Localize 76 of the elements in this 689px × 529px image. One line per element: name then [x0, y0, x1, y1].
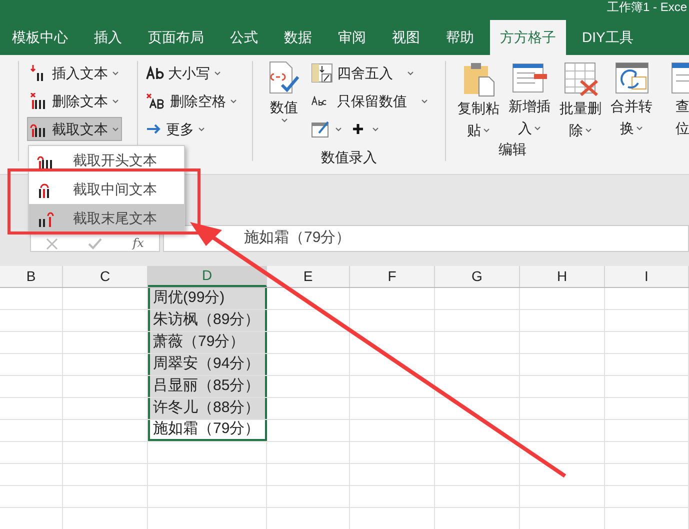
ribbon-tab[interactable]: 审阅: [328, 20, 376, 55]
window-title: 工作簿1 - Exce: [606, 0, 687, 14]
group-label: 编辑: [498, 140, 526, 159]
table-insert-icon: [512, 61, 548, 95]
caret-icon: [335, 126, 342, 132]
caret-icon: [585, 128, 592, 132]
ribbon-tab[interactable]: 帮助: [436, 20, 484, 55]
ribbon-tab[interactable]: 视图: [382, 20, 430, 55]
column-header[interactable]: E: [267, 266, 350, 287]
table-cell[interactable]: 周翠安（94分）: [148, 354, 267, 375]
ribbon-dropdown-button[interactable]: 四舍五入: [311, 61, 428, 85]
delete-space-icon: [146, 93, 166, 109]
delete-text-icon: [30, 93, 48, 109]
formula-field[interactable]: 施如霜（79分）: [163, 225, 689, 252]
column-header[interactable]: D: [148, 266, 267, 287]
ribbon-dropdown-button[interactable]: 更多: [144, 117, 207, 141]
table-swap-icon: [614, 61, 650, 95]
caret-icon: [198, 126, 205, 132]
document-check-icon: [268, 61, 300, 95]
letter-case-icon: [146, 66, 164, 80]
caret-icon: [483, 128, 490, 132]
plus-icon: [352, 123, 364, 135]
ribbon-dropdown-button[interactable]: 删除文本: [27, 89, 122, 113]
ribbon-tab[interactable]: 方方格子: [490, 20, 566, 55]
caret-icon: [372, 126, 379, 132]
ribbon-dropdown-button[interactable]: 截取文本: [27, 117, 122, 141]
text-bars-icon: [37, 210, 55, 226]
ribbon-dropdown-button[interactable]: 插入文本: [27, 61, 122, 85]
arrow-right-icon: [146, 123, 162, 135]
caret-icon: [112, 98, 119, 104]
edit-table-dropdown[interactable]: [311, 120, 342, 138]
add-dropdown[interactable]: [352, 123, 379, 135]
ribbon-large-button[interactable]: 查 位: [658, 61, 689, 141]
table-pencil-icon: [311, 120, 331, 138]
column-header[interactable]: H: [520, 266, 605, 287]
caret-icon: [421, 98, 428, 104]
caret-icon: [407, 70, 414, 76]
caret-icon: [112, 126, 119, 132]
column-header[interactable]: G: [435, 266, 520, 287]
ribbon-tab[interactable]: 数据: [274, 20, 322, 55]
table-cell[interactable]: 吕显丽（85分）: [148, 376, 267, 397]
ribbon-tab[interactable]: 公式: [220, 20, 268, 55]
group-label: 数值录入: [321, 148, 377, 167]
check-icon[interactable]: [88, 238, 102, 250]
table-cell[interactable]: 萧薇（79分）: [148, 332, 267, 353]
ribbon-dropdown-button[interactable]: 删除空格: [144, 89, 239, 113]
column-header[interactable]: B: [0, 266, 63, 287]
caret-icon: [112, 70, 119, 76]
ribbon-tab[interactable]: 模板中心: [2, 20, 78, 55]
ribbon-dropdown-button[interactable]: 大小写: [144, 61, 223, 85]
caret-icon: [230, 98, 237, 104]
table-cell[interactable]: 周优(99分): [148, 288, 267, 309]
ribbon-dropdown-button[interactable]: 只保留数值: [311, 89, 428, 113]
menu-item[interactable]: 截取开头文本: [29, 146, 184, 175]
number-button[interactable]: 数值: [263, 61, 305, 141]
ribbon-tab[interactable]: DIY工具: [572, 20, 644, 55]
caret-icon: [636, 126, 643, 130]
grid-cross-icon: [562, 61, 598, 97]
table-cell[interactable]: 朱访枫（89分）: [148, 310, 267, 331]
column-header[interactable]: F: [350, 266, 435, 287]
ribbon-large-button[interactable]: 复制粘 贴: [454, 61, 503, 141]
caret-icon: [534, 126, 541, 130]
function-button[interactable]: fx: [132, 236, 144, 250]
caret-icon: [280, 118, 288, 123]
column-header[interactable]: I: [605, 266, 689, 287]
menu-item[interactable]: 截取中间文本: [29, 175, 184, 204]
table-cell[interactable]: 施如霜（79分）: [148, 420, 267, 441]
ribbon-large-button[interactable]: 新增插 入: [505, 61, 554, 141]
table-cell[interactable]: 许冬儿（88分）: [148, 398, 267, 419]
caret-icon: [214, 70, 221, 76]
ribbon-large-button[interactable]: 合并转 换: [607, 61, 656, 141]
ribbon-tab[interactable]: 页面布局: [138, 20, 214, 55]
table-percent-icon: [311, 63, 333, 83]
menu-item[interactable]: 截取末尾文本: [29, 204, 184, 233]
ribbon-large-button[interactable]: 批量删 除: [556, 61, 605, 141]
ribbon-tab[interactable]: 插入: [84, 20, 132, 55]
